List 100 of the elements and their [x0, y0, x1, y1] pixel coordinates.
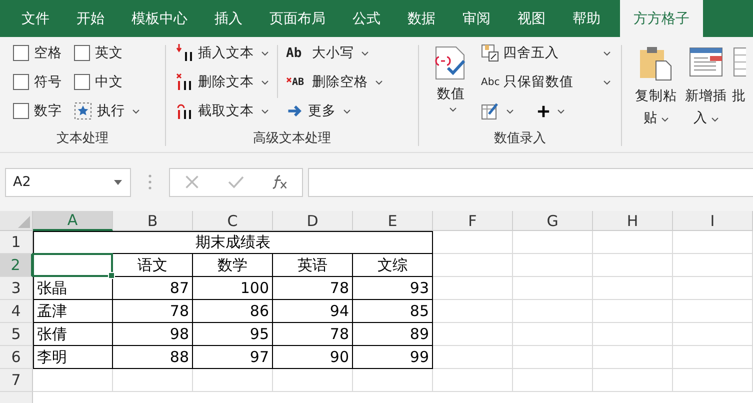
ribbon-tab[interactable]: 视图 [504, 0, 559, 37]
ribbon-tab[interactable]: 插入 [201, 0, 256, 37]
caret-icon [506, 108, 514, 114]
score-cell: 93 [353, 277, 433, 300]
dropdown-icon [114, 180, 122, 184]
column-header[interactable]: B [113, 211, 193, 231]
extract-text-icon [176, 102, 194, 120]
number-button[interactable]: 数值 [429, 41, 473, 128]
ribbon-large-button[interactable]: 新增插入 [682, 41, 730, 152]
caret-icon [132, 108, 140, 114]
ribbon-command[interactable]: 四舍五入 [481, 41, 611, 65]
row-header[interactable]: 4 [0, 300, 33, 323]
insert-text-icon [176, 44, 194, 62]
column-header-cell: 文综 [353, 254, 433, 277]
ribbon-command[interactable]: Ab 大小写 [286, 41, 383, 65]
ribbon-command[interactable]: 更多 [286, 99, 383, 123]
score-cell: 89 [353, 323, 433, 346]
checkbox-label: 中文 [95, 73, 123, 91]
column-header[interactable]: F [433, 211, 513, 231]
clipboard-icon [638, 45, 674, 81]
column-header[interactable]: A [33, 211, 113, 231]
score-cell: 78 [273, 323, 353, 346]
table-title-cell: 期末成绩表 [33, 231, 433, 254]
ribbon-tab[interactable]: 帮助 [559, 0, 614, 37]
column-header[interactable]: H [593, 211, 673, 231]
column-header[interactable]: D [273, 211, 353, 231]
ribbon-tab[interactable]: 审阅 [449, 0, 504, 37]
column-header[interactable]: C [193, 211, 273, 231]
column-header-cell: 英语 [273, 254, 353, 277]
checkbox[interactable] [74, 45, 90, 61]
score-cell: 98 [113, 323, 193, 346]
ribbon-tab[interactable]: 公式 [339, 0, 394, 37]
score-cell: 86 [193, 300, 273, 323]
ribbon-tab[interactable]: 数据 [394, 0, 449, 37]
caret-icon [603, 80, 611, 84]
score-cell: 88 [113, 346, 193, 369]
group-label: 数值录入 [493, 130, 547, 148]
caret-icon [375, 80, 383, 84]
ribbon-tab[interactable]: 方方格子 [620, 0, 703, 37]
checkbox-label: 符号 [34, 73, 62, 91]
ribbon-tab[interactable]: 文件 [8, 0, 63, 37]
score-cell: 95 [193, 323, 273, 346]
ribbon-tab[interactable]: 开始 [63, 0, 118, 37]
caret-icon [361, 50, 369, 56]
name-box[interactable]: A2 [5, 168, 131, 196]
name-cell: 孟津 [33, 300, 113, 323]
name-cell: 张倩 [33, 323, 113, 346]
score-cell: 78 [273, 277, 353, 300]
function-icon[interactable] [272, 174, 288, 190]
ribbon-command[interactable]: AB 删除空格 [286, 70, 383, 94]
group-label: 高级文本处理 [252, 130, 332, 148]
column-header[interactable]: I [673, 211, 753, 231]
caret-icon [710, 117, 718, 122]
plus-icon [537, 104, 550, 118]
checkbox[interactable] [74, 74, 90, 90]
row-header[interactable]: 1 [0, 231, 33, 254]
ribbon-command[interactable]: 截取文本 [176, 99, 269, 123]
row-header[interactable]: 5 [0, 323, 33, 346]
ribbon-command[interactable]: 插入文本 [176, 41, 269, 65]
check-icon[interactable] [228, 174, 244, 190]
column-header[interactable]: G [513, 211, 593, 231]
ribbon-command[interactable]: Abc 只保留数值 [481, 70, 611, 94]
ribbon-tab[interactable]: 模板中心 [118, 0, 201, 37]
caret-icon [557, 108, 565, 114]
edit-table-button[interactable] [481, 102, 514, 120]
text-icon: Abc [481, 76, 500, 88]
score-cell: 90 [273, 346, 353, 369]
checkbox[interactable] [13, 74, 29, 90]
ribbon-tab[interactable]: 页面布局 [256, 0, 339, 37]
caret-icon [603, 50, 611, 56]
table-pencil-icon [481, 102, 499, 120]
row-header[interactable]: 6 [0, 346, 33, 369]
name-cell: 李明 [33, 346, 113, 369]
ribbon-large-button[interactable]: 批 [732, 41, 750, 152]
caret-icon [261, 80, 269, 84]
checkbox[interactable] [13, 103, 29, 119]
column-header-cell: 数学 [193, 254, 273, 277]
caret-icon [261, 108, 269, 114]
delete-text-icon [176, 73, 194, 91]
caret-icon [660, 117, 668, 122]
caret-icon [448, 107, 456, 112]
score-cell: 97 [193, 346, 273, 369]
score-cell: 85 [353, 300, 433, 323]
table-percent-icon [481, 44, 499, 62]
row-header[interactable]: 2 [0, 254, 33, 277]
score-cell: 87 [113, 277, 193, 300]
column-header[interactable]: E [353, 211, 433, 231]
score-cell: 99 [353, 346, 433, 369]
score-cell: 78 [113, 300, 193, 323]
ribbon-large-button[interactable]: 复制粘贴 [632, 41, 680, 152]
execute-button[interactable]: 执行 [97, 102, 140, 120]
caret-icon [261, 50, 269, 56]
add-button[interactable] [537, 104, 565, 118]
row-header[interactable]: 7 [0, 369, 33, 392]
drag-handle-icon[interactable] [148, 174, 152, 190]
formula-input[interactable] [308, 168, 753, 196]
row-header[interactable]: 3 [0, 277, 33, 300]
ribbon-command[interactable]: 删除文本 [176, 70, 269, 94]
checkbox[interactable] [13, 45, 29, 61]
score-cell: 94 [273, 300, 353, 323]
